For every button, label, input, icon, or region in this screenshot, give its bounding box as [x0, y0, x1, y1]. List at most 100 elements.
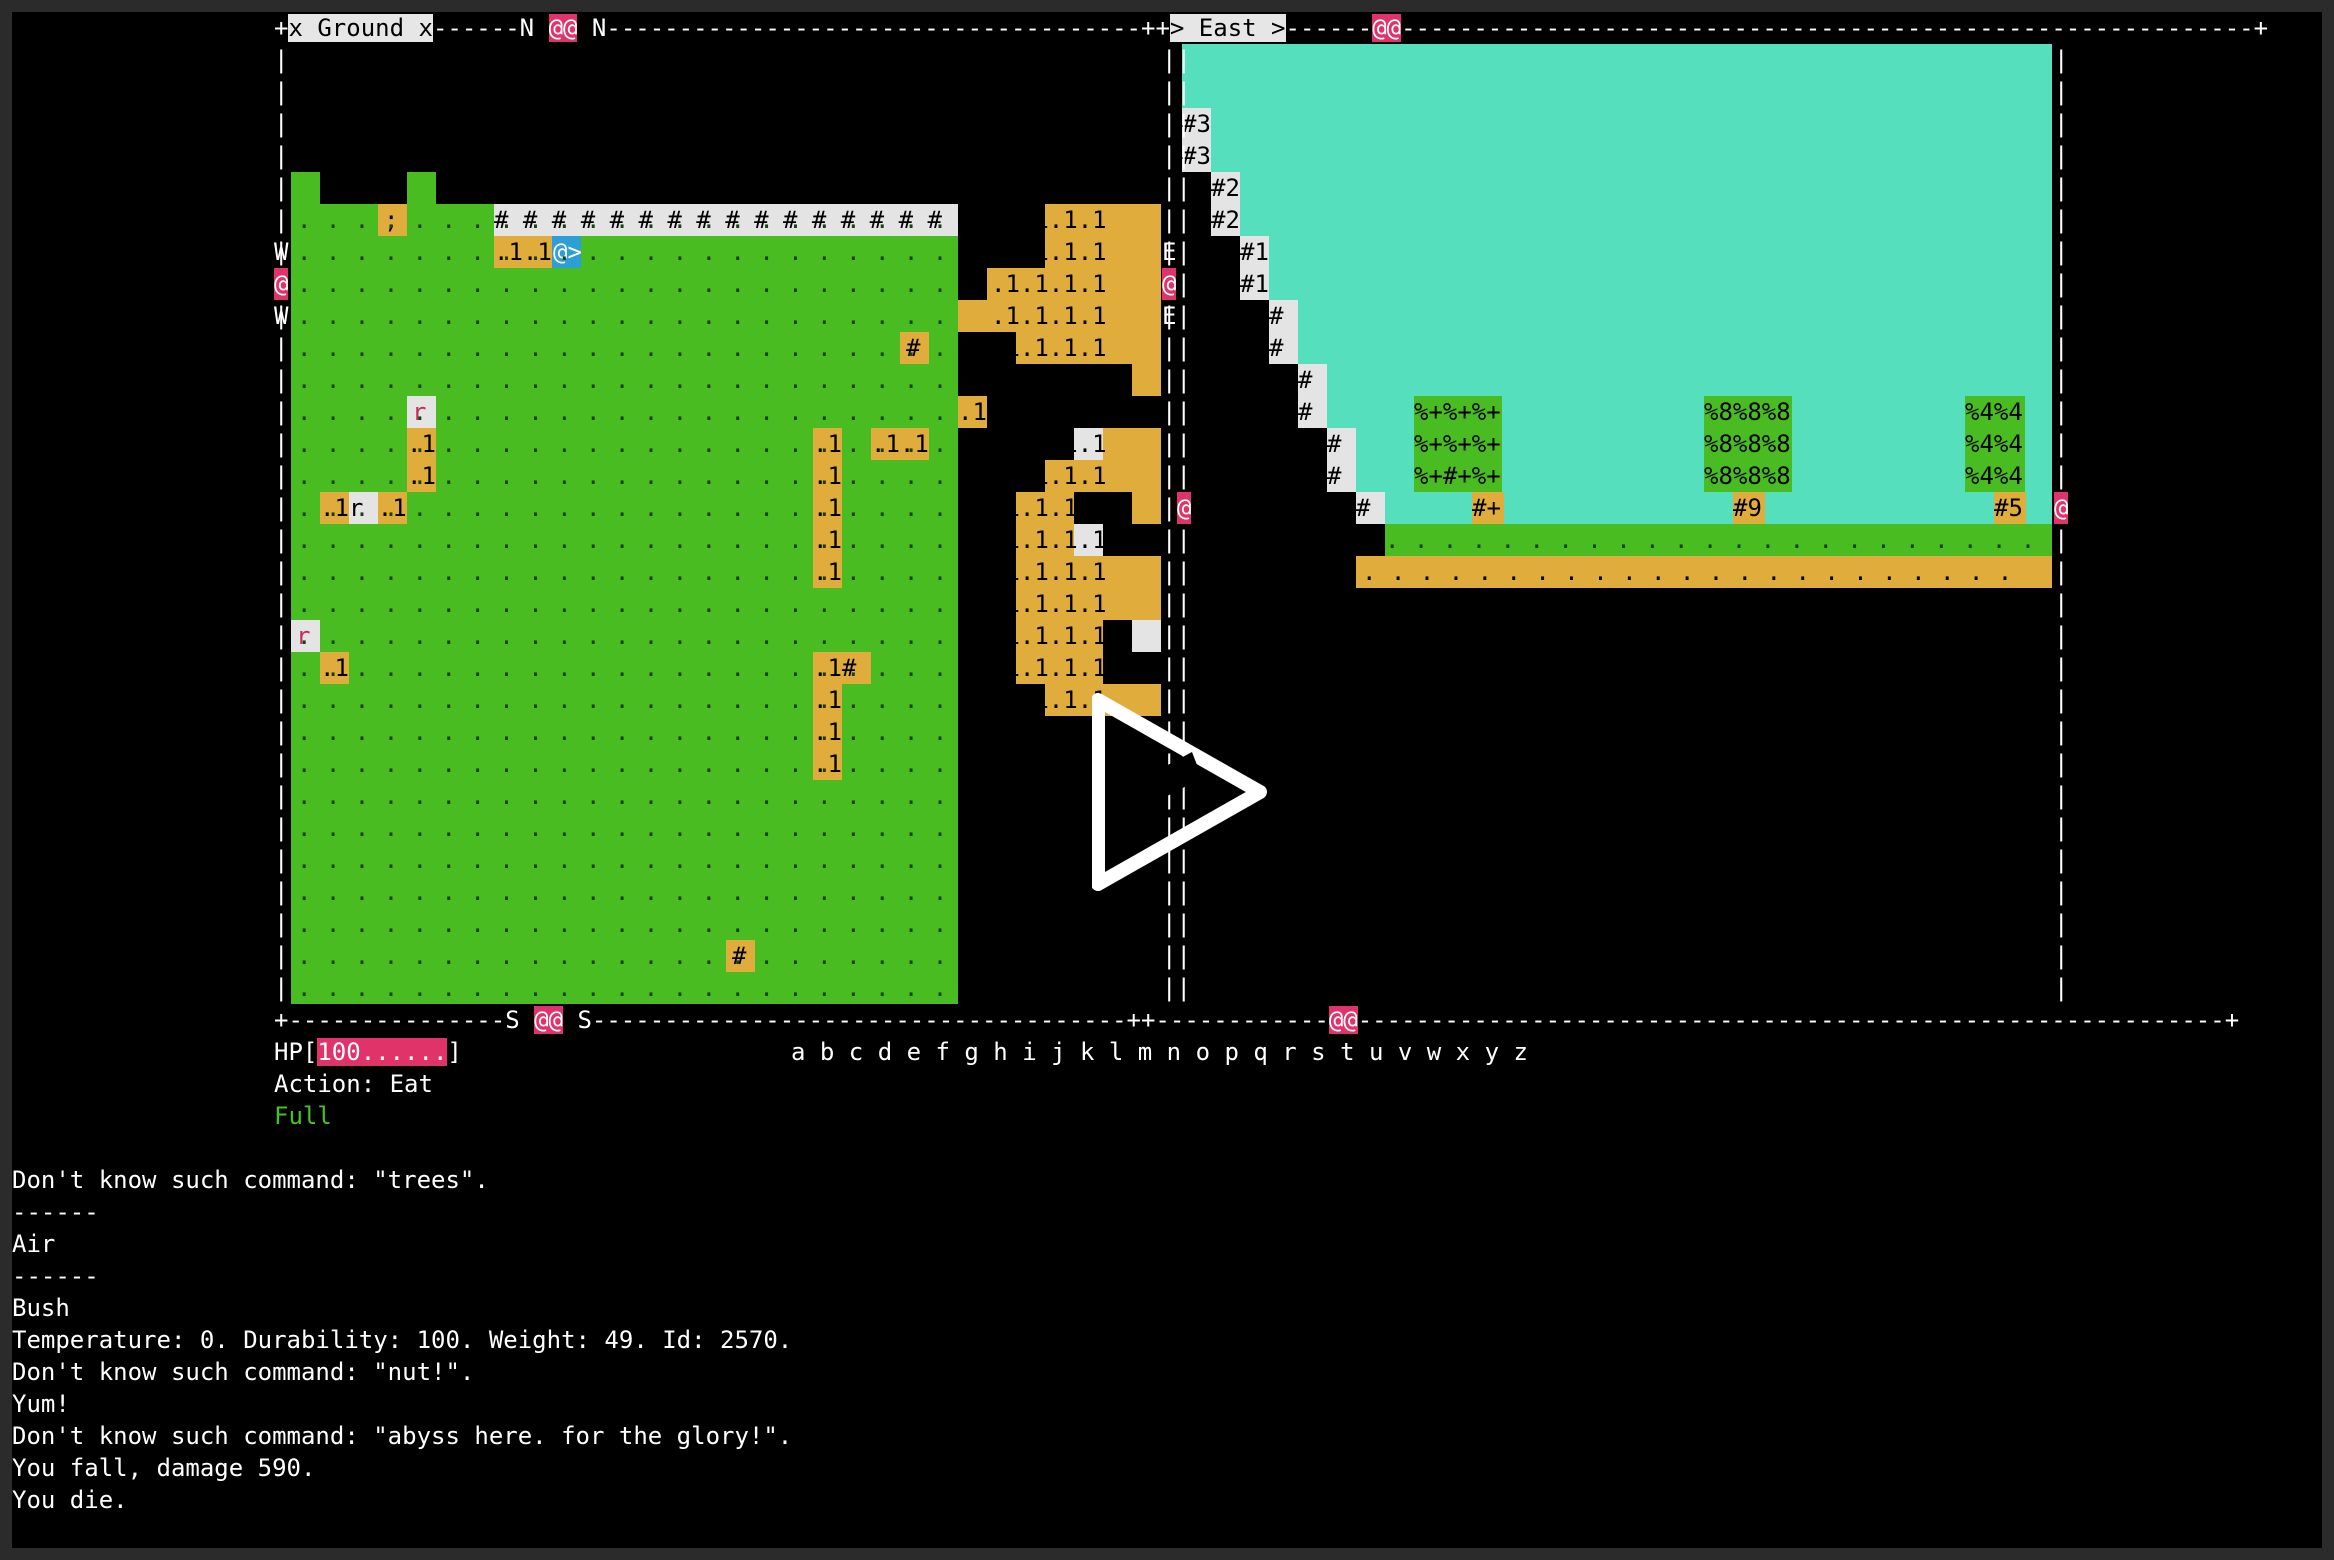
- cliff-label: #: [1298, 398, 1313, 426]
- right-border: |: [2054, 142, 2069, 170]
- south-label: S: [505, 1006, 520, 1034]
- east-view-title: > East >: [1169, 14, 1286, 42]
- left-border: |: [274, 654, 289, 682]
- cliff-label: #2: [1211, 206, 1240, 234]
- left-border: |: [274, 814, 289, 842]
- right-border: |: [2054, 622, 2069, 650]
- right-border: |: [2054, 686, 2069, 714]
- right-border: |: [2054, 430, 2069, 458]
- right-border: |: [2054, 78, 2069, 106]
- cliff-label: #1: [1240, 238, 1269, 266]
- hp-prefix: HP[: [274, 1038, 318, 1066]
- tree-label: %+%+%+: [1414, 430, 1501, 458]
- left-border: |: [274, 846, 289, 874]
- tree-label: %8%8%8: [1704, 462, 1791, 490]
- message-line: ------: [12, 1198, 99, 1226]
- right-border: |: [2054, 526, 2069, 554]
- left-border: |: [274, 110, 289, 138]
- tree-label: #+: [1472, 494, 1501, 522]
- right-border: |: [2054, 942, 2069, 970]
- right-border: |: [2054, 462, 2069, 490]
- grass-dots: . . . . . . . . . . . . . . . . . . . . …: [297, 334, 948, 362]
- hp-bar: HP[100......]: [274, 1036, 462, 1068]
- grass-dots: . . . . . . . . . . . . . . . . . . . . …: [297, 782, 948, 810]
- east-label: E: [1162, 302, 1177, 330]
- left-border: |: [274, 558, 289, 586]
- message-line: You fall, damage 590.: [12, 1454, 316, 1482]
- message-line: Don't know such command: "abyss here. fo…: [12, 1422, 793, 1450]
- middle-border: ||: [1162, 366, 1191, 394]
- grass-patch: [291, 172, 320, 204]
- middle-border: ||: [1162, 622, 1191, 650]
- grass-dots: . . . . . . . . . . . . . . . . . . . . …: [297, 814, 948, 842]
- middle-border: ||: [1162, 974, 1191, 1002]
- tree-label: %+%+%+: [1414, 398, 1501, 426]
- sand-text: .1.1.1.1: [991, 270, 1107, 298]
- tree-label: %8%8%8: [1704, 398, 1791, 426]
- east-label: E: [1162, 238, 1177, 266]
- west-marker: @: [274, 268, 289, 300]
- south-marker: @@: [534, 1006, 563, 1034]
- grass-dots: . . . . . . . . . . . . . . . . . . . . …: [297, 526, 948, 554]
- message-line: Temperature: 0. Durability: 100. Weight:…: [12, 1326, 793, 1354]
- grass-dots: . . . . . . . . . . . . . . . . . . . . …: [297, 558, 948, 586]
- left-border: |: [274, 750, 289, 778]
- hp-suffix: ]: [447, 1038, 462, 1066]
- tree-label: %4%4: [1965, 398, 2023, 426]
- middle-border: ||: [1162, 942, 1191, 970]
- grass-dots: . . . . . . . . . . . . . . . . . . . . …: [297, 430, 948, 458]
- left-border: |: [274, 910, 289, 938]
- cliff-label: #2: [1211, 174, 1240, 202]
- top-border-left: +x Ground x------N @@ N-----------------…: [274, 14, 2269, 42]
- grass-dots: . . . . . . . . . . . . . . . . . . . . …: [297, 238, 948, 266]
- sand-text: .1.1.1.1: [991, 430, 1107, 458]
- sand-text: .1.1.1.1: [991, 206, 1107, 234]
- sand-text: .1.1.1.1: [991, 654, 1107, 682]
- right-border: |: [2054, 910, 2069, 938]
- cliff-label: #1: [1240, 270, 1269, 298]
- cliff-label: #: [1298, 366, 1313, 394]
- left-border: |: [274, 366, 289, 394]
- tree-label: #9: [1733, 494, 1762, 522]
- sand: [1132, 492, 1161, 524]
- sand-text: .1.1.1.1: [991, 558, 1107, 586]
- sand-text: .1.1.1.1: [991, 238, 1107, 266]
- right-border: |: [2054, 174, 2069, 202]
- middle-border: ||: [1162, 46, 1191, 74]
- right-border: |: [2054, 750, 2069, 778]
- tree-label: %+#+%+: [1414, 462, 1501, 490]
- left-border: |: [274, 206, 289, 234]
- sand-dots: . . . . . . . . . . . . . . . . . . . . …: [1362, 558, 2013, 586]
- grass-dots: . . . . . . . . . . . . . . . . . . . . …: [297, 398, 948, 426]
- middle-border: ||: [1162, 206, 1191, 234]
- tree-label: %4%4: [1965, 430, 2023, 458]
- right-border: |: [2054, 782, 2069, 810]
- terminal-screen: # # # # # # # # # # # # # # # #; .1.1 @> #.…: [12, 12, 2322, 1548]
- message-line: Don't know such command: "nut!".: [12, 1358, 475, 1386]
- right-border: |: [2054, 590, 2069, 618]
- left-border: |: [274, 462, 289, 490]
- sand-text: .1: [958, 398, 987, 426]
- grass-dots: . . . . . . . . . . . . . . . . . . . . …: [297, 910, 948, 938]
- right-border: |: [2054, 206, 2069, 234]
- middle-border: ||: [1162, 462, 1191, 490]
- grass-dots: . . . . . . . . . . . . . . . . . . . . …: [297, 846, 948, 874]
- left-border: |: [274, 942, 289, 970]
- east-marker: @: [1162, 268, 1177, 300]
- middle-border: ||: [1162, 110, 1191, 138]
- middle-border: ||: [1162, 654, 1191, 682]
- play-icon[interactable]: [1092, 692, 1272, 892]
- left-border: |: [274, 782, 289, 810]
- left-border: |: [274, 590, 289, 618]
- middle-border: ||: [1162, 142, 1191, 170]
- left-border: |: [274, 686, 289, 714]
- sand-text: .1.1.1.1: [991, 622, 1107, 650]
- left-border: |: [274, 430, 289, 458]
- message-line: Air: [12, 1230, 56, 1258]
- middle-border: ||: [1162, 558, 1191, 586]
- east-top-marker: @@: [1372, 14, 1402, 42]
- message-line: Yum!: [12, 1390, 70, 1418]
- grass-dots: . . . . . . . . . . . . . . . . . . . . …: [297, 878, 948, 906]
- middle-border: ||: [1162, 78, 1191, 106]
- grass-dots: . . . . . . . . . . . . . . . . . . . . …: [297, 270, 948, 298]
